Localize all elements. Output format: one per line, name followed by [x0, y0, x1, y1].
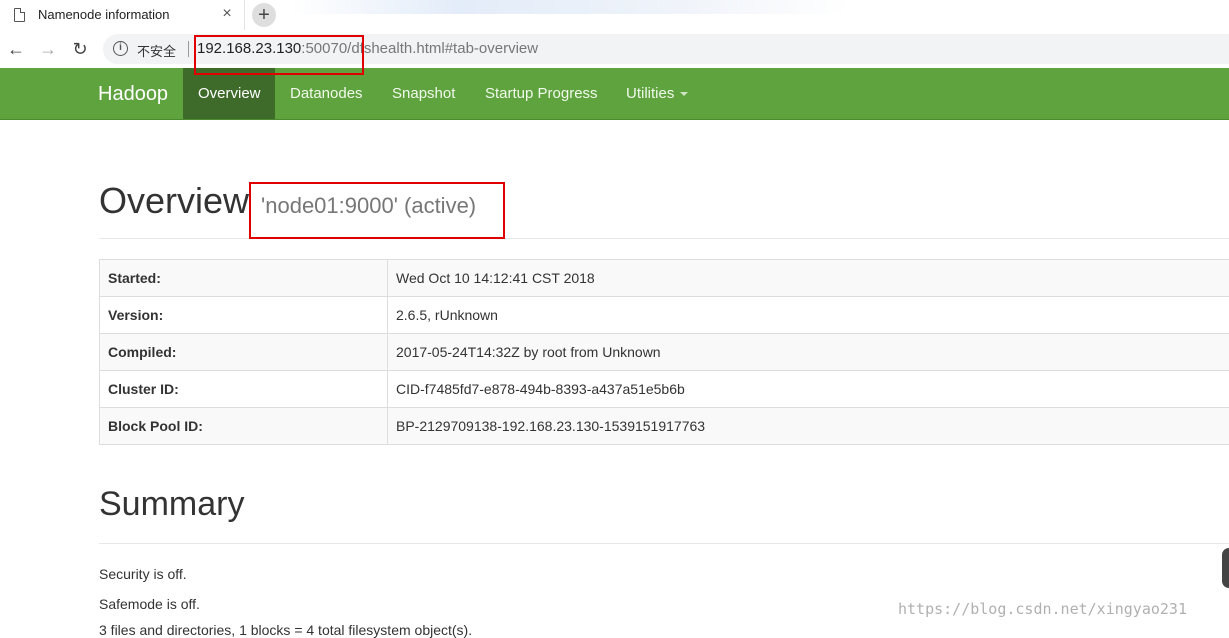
row-value: BP-2129709138-192.168.23.130-15391519177… — [388, 408, 1229, 445]
hadoop-navbar: Hadoop Overview Datanodes Snapshot Start… — [0, 68, 1229, 120]
back-arrow-icon[interactable]: ← — [5, 38, 27, 60]
namenode-subtitle: 'node01:9000' (active) — [261, 193, 476, 218]
tab-title: Namenode information — [38, 7, 170, 22]
address-bar[interactable]: i 不安全 192.168.23.130:50070/dfshealth.htm… — [103, 34, 1229, 64]
url-host: 192.168.23.130 — [197, 40, 301, 57]
row-value: 2017-05-24T14:32Z by root from Unknown — [388, 334, 1229, 371]
brand-logo[interactable]: Hadoop — [98, 83, 168, 106]
row-value: Wed Oct 10 14:12:41 CST 2018 — [388, 260, 1229, 297]
page-icon — [14, 8, 25, 22]
row-value: CID-f7485fd7-e878-494b-8393-a437a51e5b6b — [388, 371, 1229, 408]
row-value: 2.6.5, rUnknown — [388, 297, 1229, 334]
divider — [99, 238, 1229, 239]
safemode-status: Safemode is off. — [99, 596, 200, 612]
table-row: Cluster ID: CID-f7485fd7-e878-494b-8393-… — [100, 371, 1229, 408]
address-separator — [188, 41, 189, 57]
url-path: :50070/dfshealth.html#tab-overview — [301, 40, 538, 57]
floating-widget-edge[interactable] — [1222, 548, 1229, 588]
nav-snapshot[interactable]: Snapshot — [377, 68, 470, 119]
insecure-label[interactable]: 不安全 — [137, 41, 176, 60]
forward-arrow-icon[interactable]: → — [37, 38, 59, 60]
info-icon[interactable]: i — [113, 41, 128, 56]
security-status: Security is off. — [99, 566, 187, 582]
divider — [99, 543, 1229, 544]
overview-table: Started: Wed Oct 10 14:12:41 CST 2018 Ve… — [99, 259, 1229, 445]
nav-utilities[interactable]: Utilities — [611, 68, 703, 119]
overview-heading: Overview — [99, 180, 249, 221]
nav-utilities-label: Utilities — [626, 85, 674, 102]
close-icon[interactable]: × — [218, 4, 236, 24]
nav-datanodes[interactable]: Datanodes — [275, 68, 378, 119]
background-blur — [290, 0, 850, 14]
nav-startup-progress[interactable]: Startup Progress — [470, 68, 613, 119]
browser-tab[interactable]: Namenode information × — [0, 0, 245, 30]
new-tab-button[interactable]: + — [252, 3, 276, 27]
filesystem-objects-summary: 3 files and directories, 1 blocks = 4 to… — [99, 622, 472, 638]
table-row: Started: Wed Oct 10 14:12:41 CST 2018 — [100, 260, 1229, 297]
row-key: Started: — [100, 260, 388, 297]
browser-tabstrip: Namenode information × + — [0, 0, 1229, 30]
caret-down-icon — [680, 92, 688, 96]
table-row: Block Pool ID: BP-2129709138-192.168.23.… — [100, 408, 1229, 445]
row-key: Version: — [100, 297, 388, 334]
row-key: Cluster ID: — [100, 371, 388, 408]
reload-icon[interactable]: ↻ — [69, 38, 91, 60]
row-key: Block Pool ID: — [100, 408, 388, 445]
browser-toolbar: ← → ↻ i 不安全 192.168.23.130:50070/dfsheal… — [0, 30, 1229, 68]
table-row: Version: 2.6.5, rUnknown — [100, 297, 1229, 334]
page-title: Overview 'node01:9000' (active) — [99, 180, 476, 222]
nav-overview[interactable]: Overview — [183, 68, 275, 119]
table-row: Compiled: 2017-05-24T14:32Z by root from… — [100, 334, 1229, 371]
row-key: Compiled: — [100, 334, 388, 371]
summary-heading: Summary — [99, 485, 244, 524]
watermark: https://blog.csdn.net/xingyao231 — [898, 600, 1187, 618]
url-text[interactable]: 192.168.23.130:50070/dfshealth.html#tab-… — [197, 40, 538, 57]
